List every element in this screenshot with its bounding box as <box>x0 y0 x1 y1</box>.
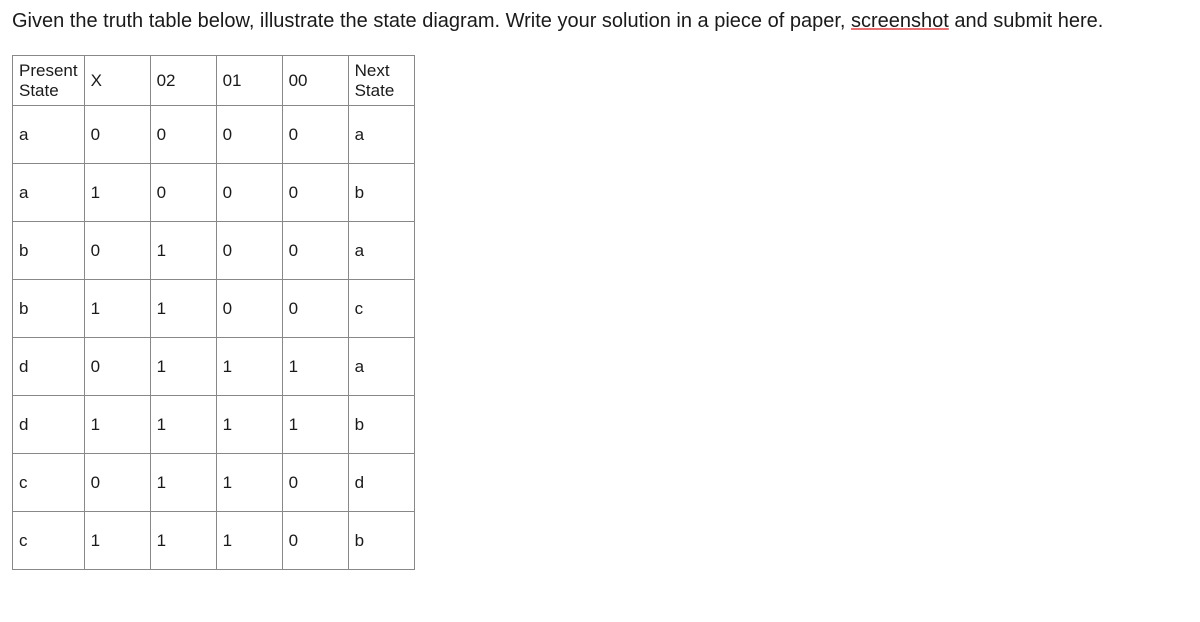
table-row: d0111a <box>13 338 415 396</box>
table-cell: 0 <box>150 106 216 164</box>
table-cell: 0 <box>216 222 282 280</box>
table-cell: 1 <box>216 396 282 454</box>
table-cell: 0 <box>282 106 348 164</box>
table-cell: 0 <box>216 164 282 222</box>
table-cell: b <box>348 396 414 454</box>
table-cell: 0 <box>150 164 216 222</box>
table-row: c1110b <box>13 512 415 570</box>
table-cell: 1 <box>84 280 150 338</box>
table-row: d1111b <box>13 396 415 454</box>
table-cell: 0 <box>282 512 348 570</box>
table-cell: c <box>13 454 85 512</box>
prompt-text-part2: and submit here. <box>949 10 1104 32</box>
table-cell: a <box>348 106 414 164</box>
table-cell: d <box>13 338 85 396</box>
table-cell: b <box>348 164 414 222</box>
table-row: a1000b <box>13 164 415 222</box>
table-cell: 1 <box>84 512 150 570</box>
table-cell: 1 <box>282 396 348 454</box>
table-header-cell: NextState <box>348 56 414 106</box>
table-cell: a <box>348 222 414 280</box>
table-cell: 1 <box>150 454 216 512</box>
table-row: b1100c <box>13 280 415 338</box>
table-cell: 1 <box>216 338 282 396</box>
table-cell: 0 <box>84 454 150 512</box>
prompt-text-highlight: screenshot <box>851 10 949 32</box>
table-cell: 0 <box>282 454 348 512</box>
table-cell: 1 <box>84 164 150 222</box>
truth-table-body: PresentStateX020100NextStatea0000aa1000b… <box>13 56 415 570</box>
table-cell: 0 <box>282 164 348 222</box>
table-row: c0110d <box>13 454 415 512</box>
table-cell: 1 <box>282 338 348 396</box>
table-cell: 1 <box>150 396 216 454</box>
table-cell: a <box>13 164 85 222</box>
table-cell: b <box>13 222 85 280</box>
table-cell: 0 <box>84 222 150 280</box>
table-cell: b <box>348 512 414 570</box>
question-prompt: Given the truth table below, illustrate … <box>12 8 1188 35</box>
table-cell: 1 <box>150 338 216 396</box>
table-cell: d <box>13 396 85 454</box>
table-cell: 0 <box>84 106 150 164</box>
table-cell: 1 <box>84 396 150 454</box>
table-cell: 1 <box>216 454 282 512</box>
table-header-cell: 01 <box>216 56 282 106</box>
table-cell: 0 <box>282 222 348 280</box>
table-row: a0000a <box>13 106 415 164</box>
table-cell: 0 <box>282 280 348 338</box>
table-header-row: PresentStateX020100NextState <box>13 56 415 106</box>
table-header-cell: PresentState <box>13 56 85 106</box>
table-cell: 1 <box>150 512 216 570</box>
prompt-text-part1: Given the truth table below, illustrate … <box>12 10 851 32</box>
table-cell: d <box>348 454 414 512</box>
table-header-cell: 02 <box>150 56 216 106</box>
table-header-cell: X <box>84 56 150 106</box>
table-cell: 1 <box>216 512 282 570</box>
table-cell: 1 <box>150 280 216 338</box>
table-cell: c <box>348 280 414 338</box>
table-cell: b <box>13 280 85 338</box>
table-cell: 0 <box>216 106 282 164</box>
table-cell: c <box>13 512 85 570</box>
table-cell: a <box>13 106 85 164</box>
table-header-cell: 00 <box>282 56 348 106</box>
truth-table: PresentStateX020100NextStatea0000aa1000b… <box>12 55 415 570</box>
table-row: b0100a <box>13 222 415 280</box>
table-cell: 1 <box>150 222 216 280</box>
table-cell: a <box>348 338 414 396</box>
table-cell: 0 <box>216 280 282 338</box>
table-cell: 0 <box>84 338 150 396</box>
